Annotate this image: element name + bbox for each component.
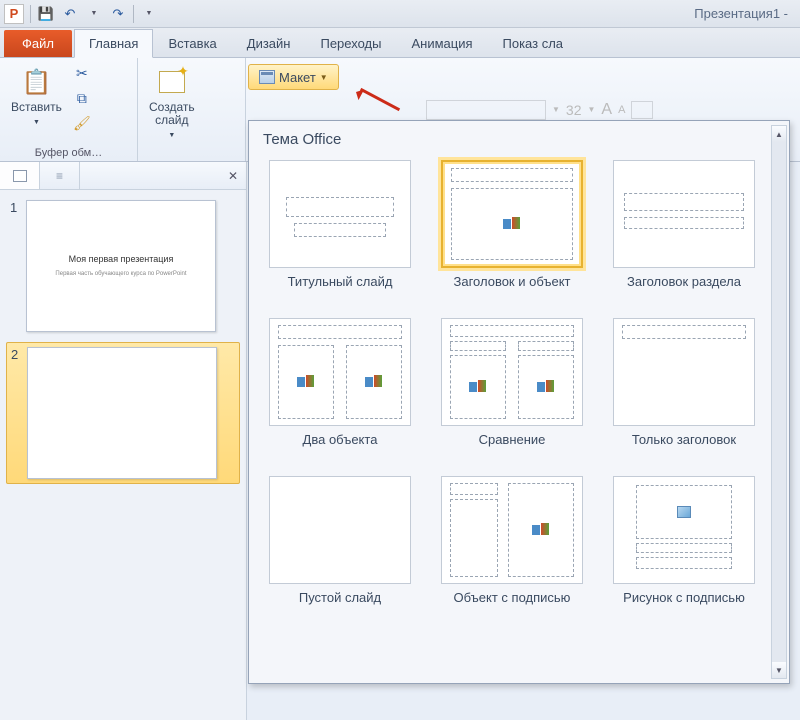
layout-content-caption[interactable]: Объект с подписью	[435, 476, 589, 620]
layout-label: Пустой слайд	[299, 590, 381, 620]
content-icon	[503, 217, 521, 231]
copy-button[interactable]: ⧉	[71, 87, 93, 109]
title-bar: P 💾 ↶ ▼ ↷ ▼ Презентация1 -	[0, 0, 800, 28]
group-clipboard-label: Буфер обм…	[6, 145, 131, 159]
new-slide-icon: ✦	[155, 65, 189, 99]
gallery-title: Тема Office	[249, 121, 789, 154]
layout-two-content[interactable]: Два объекта	[263, 318, 417, 462]
qat-customize-icon[interactable]: ▼	[138, 3, 160, 25]
scissors-icon: ✂	[76, 65, 88, 82]
undo-more-icon[interactable]: ▼	[83, 3, 105, 25]
tab-design[interactable]: Дизайн	[232, 29, 306, 57]
slides-tab-icon	[13, 170, 27, 182]
layout-button[interactable]: Макет ▼	[248, 64, 339, 90]
new-slide-button[interactable]: ✦ Создать слайд▼	[144, 62, 200, 145]
layout-label: Заголовок раздела	[627, 274, 741, 304]
layout-section-header[interactable]: Заголовок раздела	[607, 160, 761, 304]
window-title: Презентация1 -	[160, 6, 796, 21]
format-painter-button[interactable]: 🖌	[71, 112, 93, 134]
layout-label: Сравнение	[479, 432, 546, 462]
layout-label: Два объекта	[303, 432, 378, 462]
scroll-down-icon[interactable]: ▼	[772, 662, 786, 678]
layout-label: Объект с подписью	[454, 590, 571, 620]
gallery-scrollbar[interactable]: ▲ ▼	[771, 125, 787, 679]
cut-button[interactable]: ✂	[71, 62, 93, 84]
slide-number: 1	[10, 200, 20, 332]
outline-tab-icon: ≡	[56, 169, 63, 183]
save-button[interactable]: 💾	[35, 3, 57, 25]
slide-number: 2	[11, 347, 21, 479]
layout-icon	[259, 70, 275, 84]
app-icon: P	[4, 4, 24, 24]
slide-thumbnail-1[interactable]: 1 Моя первая презентация Первая часть об…	[6, 196, 240, 336]
slide-panel: ≡ ✕ 1 Моя первая презентация Первая част…	[0, 162, 247, 720]
layout-gallery: Тема Office Титульный слайд Заголовок и …	[248, 120, 790, 684]
slide1-subtitle: Первая часть обучающего курса по PowerPo…	[55, 270, 186, 278]
layout-label: Заголовок и объект	[454, 274, 571, 304]
tab-insert[interactable]: Вставка	[153, 29, 231, 57]
layout-title-only[interactable]: Только заголовок	[607, 318, 761, 462]
ribbon-tabs: Файл Главная Вставка Дизайн Переходы Ани…	[0, 28, 800, 58]
layout-label: Макет	[279, 70, 316, 85]
slide1-title: Моя первая презентация	[69, 254, 174, 264]
undo-button[interactable]: ↶	[59, 3, 81, 25]
slides-tab[interactable]	[0, 162, 40, 189]
picture-icon	[677, 506, 691, 518]
paste-button[interactable]: 📋 Вставить▼	[6, 62, 67, 132]
layout-title-slide[interactable]: Титульный слайд	[263, 160, 417, 304]
clipboard-icon: 📋	[19, 65, 53, 99]
tab-transitions[interactable]: Переходы	[305, 29, 396, 57]
outline-tab[interactable]: ≡	[40, 162, 80, 189]
layout-label: Титульный слайд	[288, 274, 393, 304]
tab-animation[interactable]: Анимация	[396, 29, 487, 57]
tab-slideshow[interactable]: Показ сла	[488, 29, 579, 57]
new-slide-label: Создать слайд	[149, 100, 195, 127]
slide-thumbnail-2[interactable]: 2	[6, 342, 240, 484]
redo-button[interactable]: ↷	[107, 3, 129, 25]
layout-label: Только заголовок	[632, 432, 736, 462]
quick-access-toolbar: 💾 ↶ ▼ ↷ ▼	[28, 3, 160, 25]
layout-title-content[interactable]: Заголовок и объект	[435, 160, 589, 304]
close-icon: ✕	[228, 169, 238, 183]
fontsize-value: 32	[566, 102, 582, 118]
scroll-up-icon[interactable]: ▲	[772, 126, 786, 142]
tab-home[interactable]: Главная	[74, 29, 153, 58]
paste-label: Вставить	[11, 100, 62, 114]
tab-file[interactable]: Файл	[4, 30, 72, 57]
brush-icon: 🖌	[73, 115, 91, 132]
panel-close-button[interactable]: ✕	[220, 162, 246, 189]
copy-icon: ⧉	[77, 90, 87, 107]
layout-blank[interactable]: Пустой слайд	[263, 476, 417, 620]
layout-picture-caption[interactable]: Рисунок с подписью	[607, 476, 761, 620]
layout-comparison[interactable]: Сравнение	[435, 318, 589, 462]
layout-label: Рисунок с подписью	[623, 590, 745, 620]
chevron-down-icon: ▼	[320, 73, 328, 82]
